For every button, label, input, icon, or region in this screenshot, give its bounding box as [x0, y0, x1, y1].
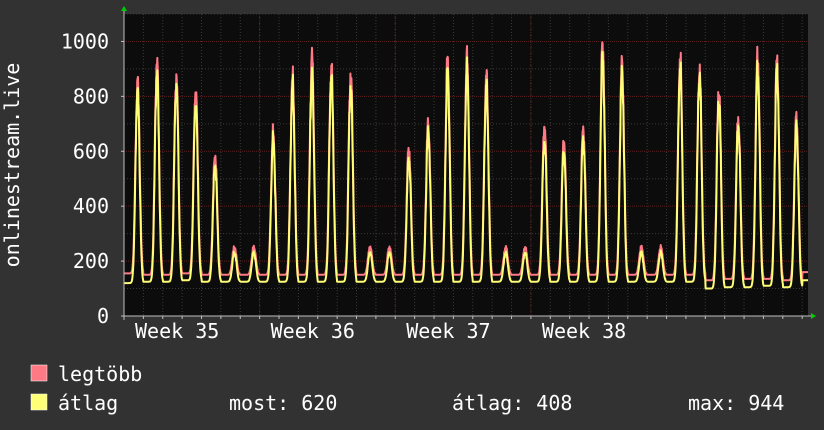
y-tick-label: 600: [73, 139, 109, 163]
x-axis-arrow: [811, 313, 816, 319]
x-tick-labels: Week 35 Week 36 Week 37 Week 38: [135, 319, 626, 343]
x-tick-label: Week 36: [271, 319, 355, 343]
chart-svg: 02004006008001000 Week 35 Week 36 Week 37 W…: [0, 6, 816, 415]
chart-container: 0 200 400 600 800 1000 Week 35 Week 36 Week 37 W…: [0, 0, 824, 430]
stat-max: max: 944: [688, 391, 784, 415]
stat-most: most: 620: [229, 391, 337, 415]
legend: legtöbb átlag most: 620 átlag: 408 max: …: [30, 362, 784, 415]
stat-atlag: átlag: 408: [452, 391, 572, 415]
legend-swatch-avg: [30, 393, 48, 411]
y-tick-label: 200: [73, 249, 109, 273]
x-tick-label: Week 38: [542, 319, 626, 343]
y-tick-label: 800: [73, 84, 109, 108]
legend-swatch-max: [30, 364, 48, 382]
y-tick-labels: 0 200 400 600 800 1000: [61, 29, 109, 328]
legend-label-max: legtöbb: [58, 362, 142, 386]
y-axis-arrow: [121, 6, 127, 11]
x-tick-label: Week 35: [135, 319, 219, 343]
x-tick-label: Week 37: [406, 319, 490, 343]
legend-label-avg: átlag: [58, 391, 118, 415]
y-tick-label: 0: [97, 304, 109, 328]
y-tick-label: 1000: [61, 29, 109, 53]
y-axis-label: onlinestream.live: [0, 63, 24, 268]
y-tick-label: 400: [73, 194, 109, 218]
